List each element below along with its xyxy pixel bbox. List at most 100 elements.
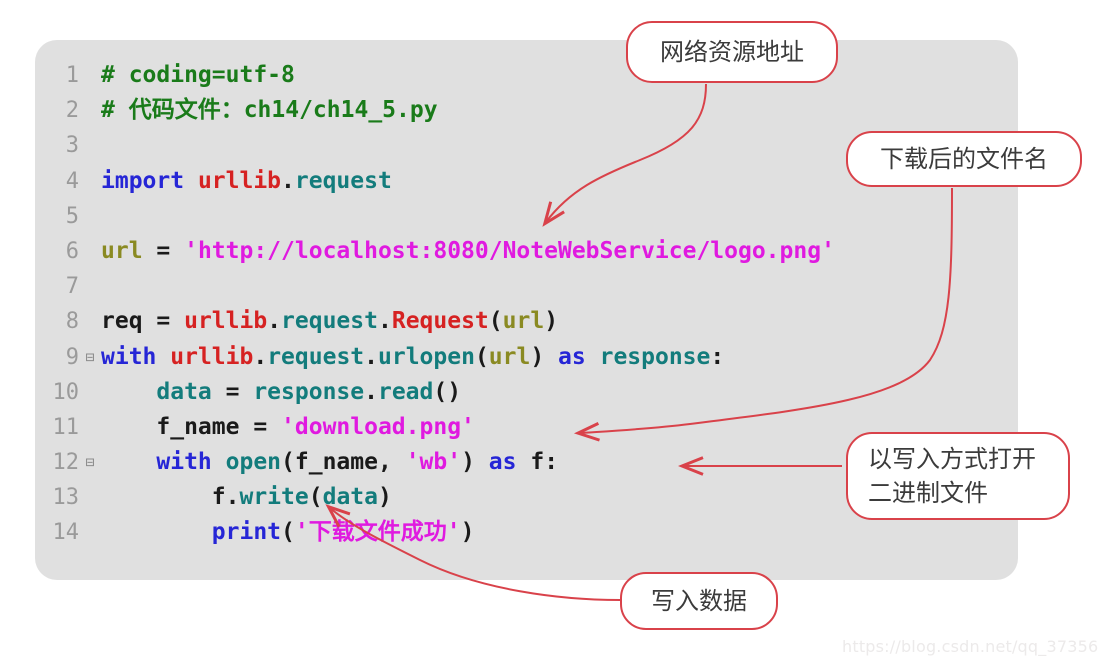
line-number: 7 xyxy=(65,274,79,300)
code-token: import xyxy=(101,167,198,194)
line-number: 5 xyxy=(65,203,79,229)
fold-gutter-spacer xyxy=(79,93,101,128)
callout-line: 网络资源地址 xyxy=(660,38,804,66)
code-line: 7 xyxy=(35,269,1018,304)
code-token: urllib xyxy=(170,343,254,370)
fold-gutter-spacer xyxy=(79,128,101,163)
code-token: # 代码文件：ch14/ch14_5.py xyxy=(101,97,438,124)
code-token: ( xyxy=(308,484,323,511)
line-number: 1 xyxy=(65,63,79,88)
code-token: . xyxy=(377,308,392,335)
code-token: = xyxy=(239,413,282,440)
code-token: url xyxy=(502,308,545,335)
code-token: url xyxy=(101,237,143,264)
code-line: 2 # 代码文件：ch14/ch14_5.py xyxy=(35,93,1018,128)
callout-write-data: 写入数据 xyxy=(620,572,778,630)
line-number: 12 xyxy=(52,450,80,476)
callout-network-resource-address: 网络资源地址 xyxy=(626,21,838,83)
code-token: f xyxy=(530,449,545,476)
code-token: . xyxy=(364,378,378,405)
code-token: open xyxy=(225,449,282,476)
code-line: 5 xyxy=(35,199,1018,234)
code-token: . xyxy=(253,343,268,370)
code-token: response xyxy=(599,343,711,370)
fold-gutter-spacer xyxy=(79,58,101,93)
code-token: ) xyxy=(544,308,559,335)
code-token: . xyxy=(225,484,240,511)
fold-gutter-spacer xyxy=(79,199,101,234)
callout-line: 写入数据 xyxy=(651,587,747,615)
code-line: 1 # coding=utf-8 xyxy=(35,58,1018,93)
code-token: ) xyxy=(377,484,392,511)
code-line: 8 req = urllib.request.Request(url) xyxy=(35,304,1018,339)
code-token: ( xyxy=(474,343,489,370)
code-token: f xyxy=(101,484,226,511)
code-token: urllib xyxy=(197,167,282,194)
code-token: ) xyxy=(461,449,489,476)
callout-downloaded-filename: 下载后的文件名 xyxy=(846,131,1082,187)
line-number: 4 xyxy=(65,168,79,194)
fold-marker-icon[interactable]: ⊟ xyxy=(79,340,101,375)
fold-gutter-spacer xyxy=(79,304,101,339)
code-line: 9 ⊟ with urllib.request.urlopen(url) as re… xyxy=(35,340,1018,375)
fold-marker-icon[interactable]: ⊟ xyxy=(79,445,101,480)
code-line: 14 print('下载文件成功') xyxy=(35,515,1018,550)
code-token: . xyxy=(364,343,378,370)
callout-line: 下载后的文件名 xyxy=(880,145,1048,173)
code-token: request xyxy=(267,343,365,370)
callout-line: 二进制文件 xyxy=(868,479,988,507)
line-number: 3 xyxy=(65,133,79,159)
line-number: 14 xyxy=(52,520,80,546)
code-token: as xyxy=(488,449,531,476)
code-token: 'wb' xyxy=(405,449,462,476)
code-token: 'http://localhost:8080/NoteWebService/lo… xyxy=(184,237,835,264)
code-token: '下载文件成功' xyxy=(294,519,461,546)
code-token: = xyxy=(211,378,254,405)
code-token: url xyxy=(488,343,531,370)
code-token: read xyxy=(377,378,434,405)
line-number: 9 xyxy=(65,344,79,370)
code-token: () xyxy=(433,378,462,405)
code-token: request xyxy=(294,167,392,194)
code-token: . xyxy=(281,167,295,194)
code-token: f_name xyxy=(101,413,240,440)
code-token: # coding=utf-8 xyxy=(101,62,295,88)
code-token: ( xyxy=(281,519,295,546)
line-number: 6 xyxy=(65,238,79,264)
code-token: response xyxy=(253,378,365,405)
code-token: f_name xyxy=(294,449,378,476)
code-token: with xyxy=(101,343,171,370)
line-number: 8 xyxy=(65,309,79,335)
code-token: = xyxy=(142,308,185,335)
code-line: 6 url = 'http://localhost:8080/NoteWebSe… xyxy=(35,234,1018,269)
fold-gutter-spacer xyxy=(79,410,101,445)
code-token: = xyxy=(142,237,185,264)
screenshot-root: 1 # coding=utf-8 2 # 代码文件：ch14/ch14_5.py 3… xyxy=(0,0,1098,669)
line-number: 11 xyxy=(52,414,80,440)
code-token: . xyxy=(267,308,282,335)
callout-open-write-binary: 以写入方式打开 二进制文件 xyxy=(846,432,1070,520)
fold-gutter-spacer xyxy=(79,480,101,515)
code-token: as xyxy=(558,343,600,370)
code-token: data xyxy=(322,484,378,511)
code-token: req xyxy=(101,308,143,335)
code-token: ) xyxy=(460,519,475,546)
callout-line: 以写入方式打开 xyxy=(868,445,1036,473)
code-token: with xyxy=(156,449,226,476)
fold-gutter-spacer xyxy=(79,375,101,410)
code-token: : xyxy=(710,343,725,370)
code-token: write xyxy=(239,484,309,511)
line-number: 10 xyxy=(52,379,80,405)
line-number: 13 xyxy=(52,485,80,511)
fold-gutter-spacer xyxy=(79,515,101,550)
code-token: request xyxy=(281,308,378,335)
code-token: Request xyxy=(391,308,489,335)
code-token: data xyxy=(101,378,212,405)
fold-gutter-spacer xyxy=(79,269,101,304)
code-token: : xyxy=(544,449,559,476)
code-token: ( xyxy=(488,308,503,335)
fold-gutter-spacer xyxy=(79,234,101,269)
code-token: ) xyxy=(530,343,559,370)
